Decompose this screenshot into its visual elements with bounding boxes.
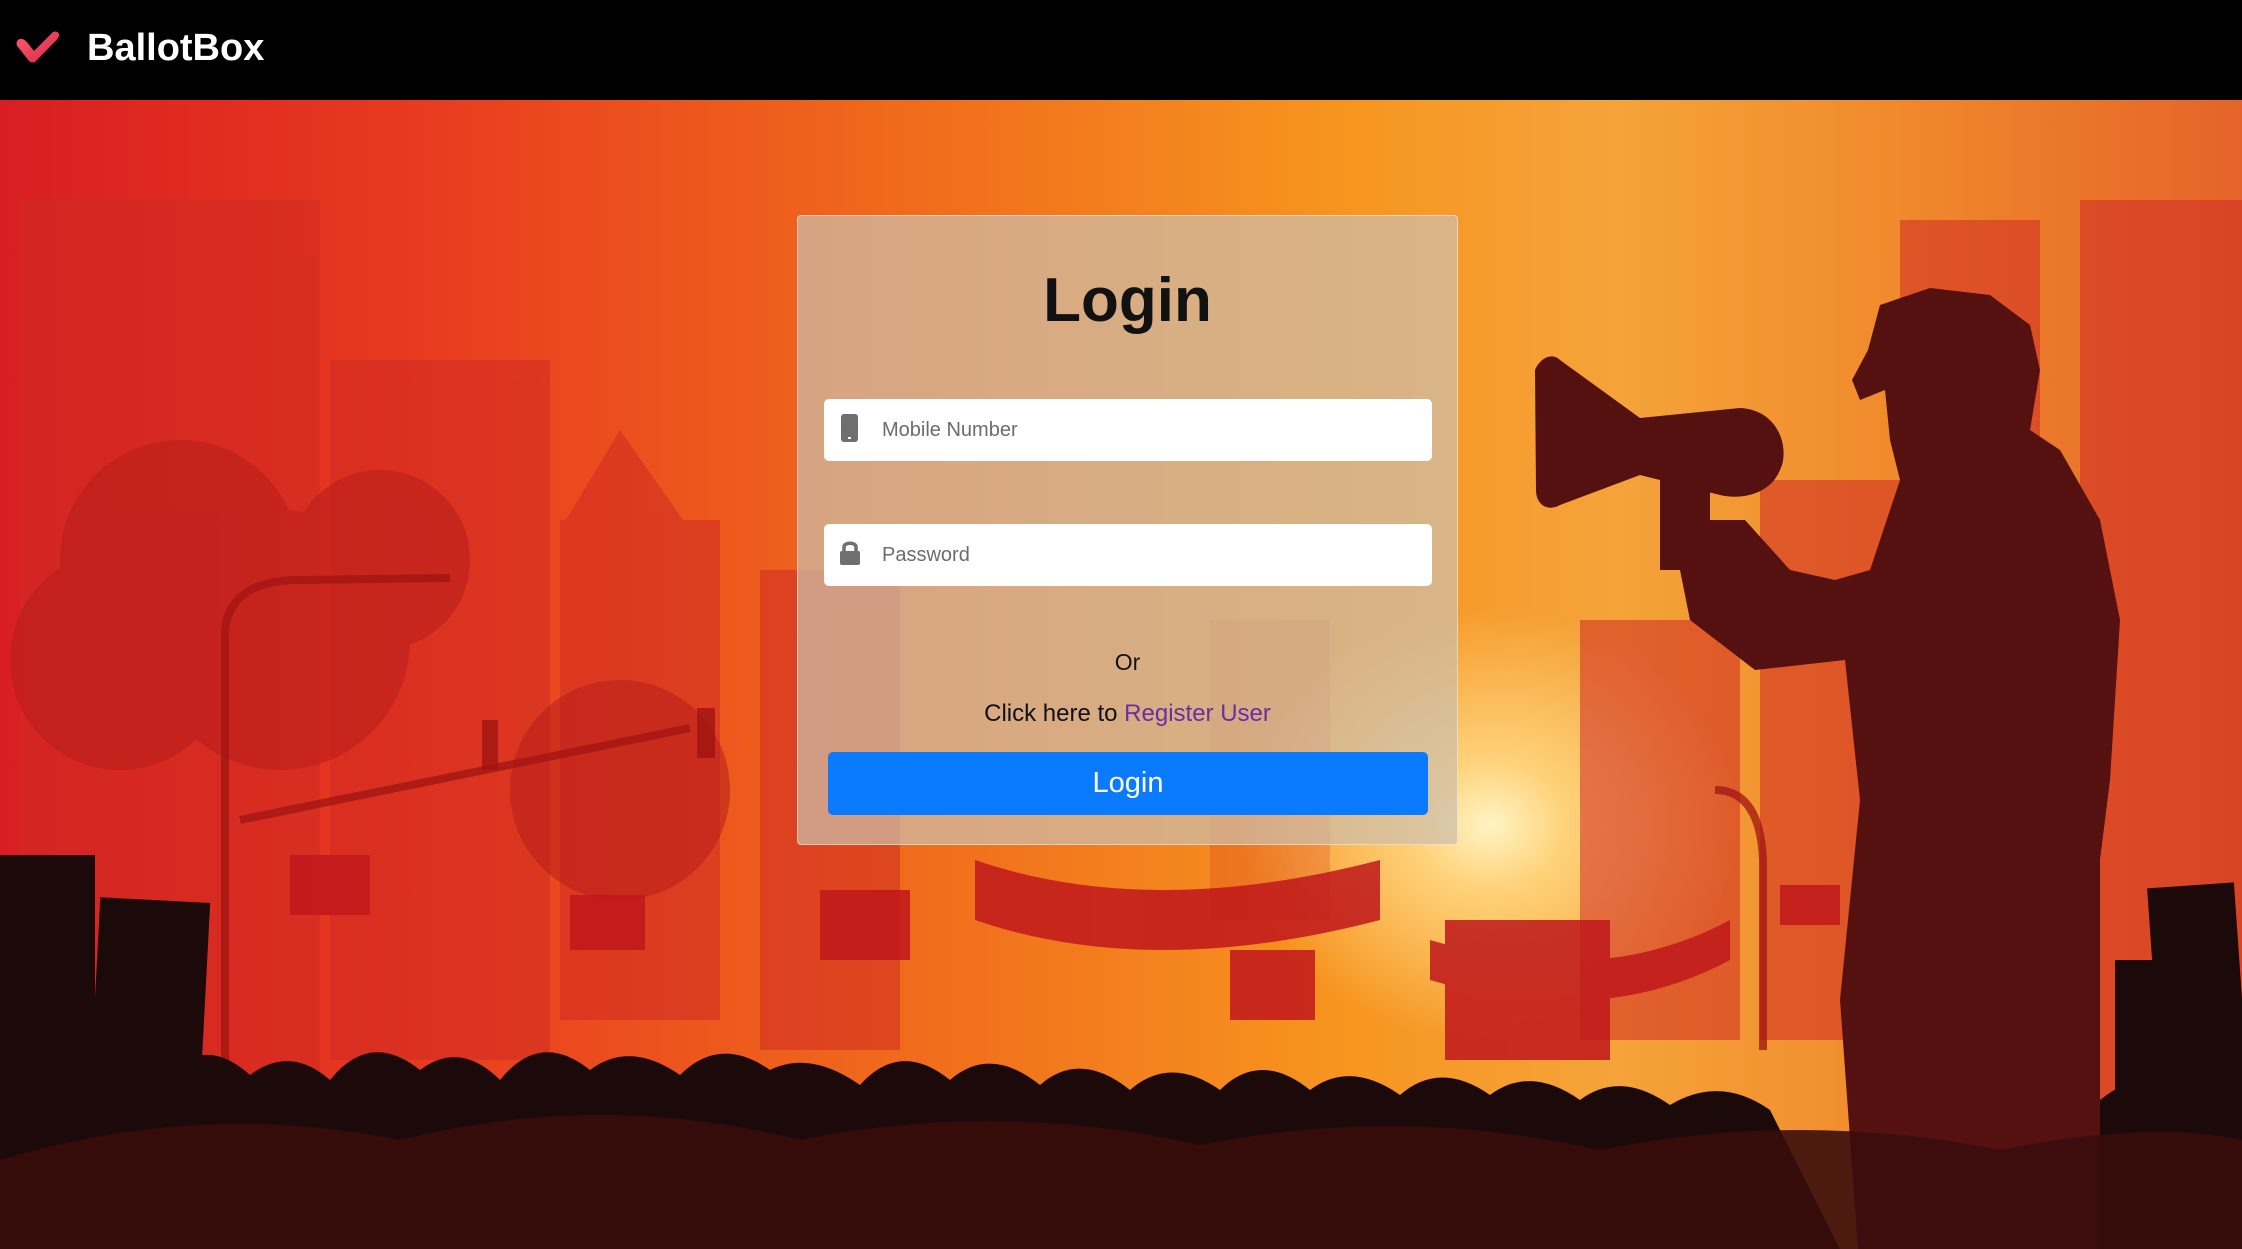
login-button[interactable]: Login: [828, 752, 1428, 815]
brand-name[interactable]: BallotBox: [87, 24, 264, 72]
register-prompt: Click here to Register User: [798, 700, 1457, 728]
check-heart-icon[interactable]: [14, 30, 62, 68]
password-input[interactable]: [882, 524, 1422, 586]
login-title: Login: [1043, 266, 1212, 335]
mobile-phone-icon: [841, 414, 858, 442]
mobile-number-input[interactable]: [882, 399, 1422, 461]
navbar: BallotBox: [0, 0, 2242, 100]
register-user-link[interactable]: Register User: [1124, 700, 1271, 727]
register-prefix-text: Click here to: [984, 700, 1125, 727]
password-field[interactable]: [824, 524, 1432, 586]
lock-icon: [840, 541, 860, 565]
or-divider-text: Or: [1114, 649, 1141, 675]
mobile-number-field[interactable]: [824, 399, 1432, 461]
login-card: Login Or Click here to Register User Log…: [797, 215, 1458, 845]
